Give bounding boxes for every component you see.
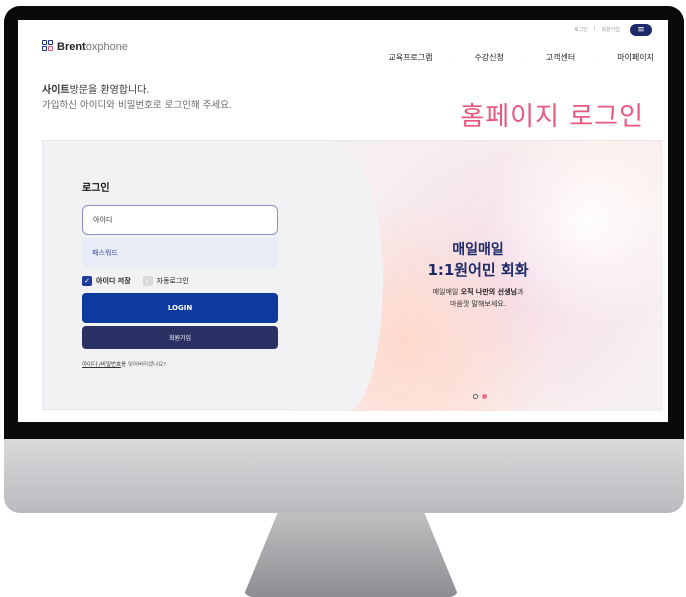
util-links: 로그인 | 회원가입 xyxy=(574,26,620,33)
password-input[interactable] xyxy=(82,238,278,268)
hero-desc-bold: 오직 나만의 선생님 xyxy=(460,288,517,296)
nav-separator: · xyxy=(452,54,455,61)
welcome-bold: 사이트 xyxy=(42,85,70,96)
nav-item-enroll[interactable]: 수강신청 xyxy=(470,52,507,63)
login-link[interactable]: 로그인 xyxy=(574,26,588,33)
nav-separator: · xyxy=(523,54,526,61)
monitor-chin xyxy=(4,439,684,513)
hero-title: 매일매일 xyxy=(452,242,504,258)
hero-desc-suffix: 과 xyxy=(516,288,524,296)
header: Brent oxphone 로그인 | 회원가입 ≡ 교육프로그램 · 수강신청 … xyxy=(18,20,668,68)
logo-brand: Brent xyxy=(57,41,86,53)
auto-login-label[interactable]: 자동로그인 xyxy=(157,276,189,286)
forgot-credentials-suffix: 를 잊어버리셨나요? xyxy=(121,362,167,368)
monitor-stand xyxy=(243,513,459,597)
forgot-credentials-link[interactable]: 아이디 /비밀번호 xyxy=(82,362,121,368)
screen: Brent oxphone 로그인 | 회원가입 ≡ 교육프로그램 · 수강신청 … xyxy=(18,20,668,422)
nav-item-support[interactable]: 고객센터 xyxy=(542,52,579,63)
hero-subtitle: 1:1원어민 회화 xyxy=(427,261,529,279)
hero-banner: 매일매일 1:1원어민 회화 매일매일 오직 나만의 선생님과 마음껏 말해보세… xyxy=(293,141,663,411)
nav-item-mypage[interactable]: 마이페이지 xyxy=(613,52,658,63)
save-id-checkbox[interactable]: ✓ xyxy=(82,276,92,286)
id-input[interactable] xyxy=(82,205,278,235)
signup-link[interactable]: 회원가입 xyxy=(602,26,620,33)
util-separator: | xyxy=(593,26,596,32)
logo-mark-icon xyxy=(42,40,55,54)
logo[interactable]: Brent oxphone xyxy=(42,40,128,54)
slide-indicator xyxy=(473,394,487,399)
hero-desc-prefix: 매일매일 xyxy=(432,288,461,296)
welcome-rest: 방문을 환영합니다. xyxy=(69,85,150,96)
page-title: 홈페이지 로그인 xyxy=(460,102,644,132)
hero-description-line2: 마음껏 말해보세요. xyxy=(450,300,506,308)
login-title: 로그인 xyxy=(82,183,110,194)
hamburger-icon: ≡ xyxy=(637,25,645,35)
login-panel: 매일매일 1:1원어민 회화 매일매일 오직 나만의 선생님과 마음껏 말해보세… xyxy=(42,140,663,411)
welcome-text: 사이트방문을 환영합니다. xyxy=(42,81,150,96)
nav-separator: · xyxy=(595,54,598,61)
save-id-label[interactable]: 아이디 저장 xyxy=(96,276,131,286)
welcome-subtext: 가입하신 아이디와 비밀번호로 로그인해 주세요. xyxy=(42,100,232,111)
auto-login-checkbox[interactable]: ✓ xyxy=(142,276,153,286)
hero-description: 매일매일 오직 나만의 선생님과 xyxy=(293,287,663,297)
slide-dot-1[interactable] xyxy=(473,394,478,399)
login-button[interactable]: LOGIN xyxy=(82,293,278,323)
nav-item-programs[interactable]: 교육프로그램 xyxy=(384,52,436,63)
logo-sub: oxphone xyxy=(85,41,128,53)
signup-button[interactable]: 회원가입 xyxy=(82,326,278,349)
main-nav: 교육프로그램 · 수강신청 · 고객센터 · 마이페이지 xyxy=(384,52,658,63)
slide-dot-2[interactable] xyxy=(482,394,487,399)
login-options: ✓ 아이디 저장 ✓ 자동로그인 xyxy=(82,276,201,286)
forgot-credentials: 아이디 /비밀번호를 잊어버리셨나요? xyxy=(82,360,166,368)
menu-button[interactable]: ≡ xyxy=(630,24,652,36)
